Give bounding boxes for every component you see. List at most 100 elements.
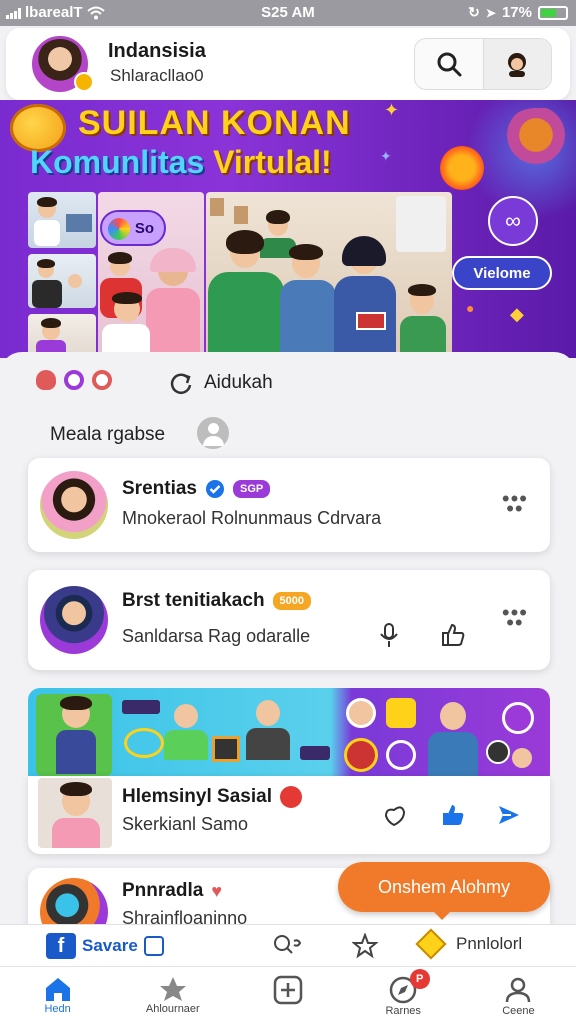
more-options-icon[interactable]: ••• •• [502, 602, 528, 634]
search-button[interactable] [415, 39, 483, 89]
post-media-strip[interactable] [28, 688, 550, 776]
astronaut-sticker-icon [502, 108, 570, 168]
thumbs-up-icon [443, 805, 464, 825]
post-title: Pnnradla ♥ [122, 880, 222, 902]
star-icon [159, 977, 186, 1001]
thumbs-up-icon [442, 623, 465, 646]
section-title: Meala rgabse [50, 424, 166, 445]
red-badge-icon [279, 786, 302, 808]
post-subtitle: Skerkianl Samo [122, 814, 249, 834]
post-card[interactable]: Srentias SGP Mnokeraol Rolnunmaus Cdrvar… [28, 458, 550, 552]
nav-profile[interactable]: Ceene [461, 967, 576, 1024]
status-bar: lbarealT S25 AM ↻ ➤ 17% [0, 0, 576, 26]
app-header: Indansisia Shlaracllao0 [6, 28, 570, 100]
post-card[interactable]: Brst tenitiakach 5000 Sanldarsa Rag odar… [28, 570, 550, 670]
sparkle-icon: ● [466, 300, 475, 316]
nav-home[interactable]: Hedn [0, 967, 115, 1024]
profile-button[interactable] [482, 39, 551, 89]
reaction-row[interactable] [36, 370, 112, 390]
brand-link[interactable]: f Savare [46, 933, 164, 959]
red-reaction-icon [92, 370, 112, 390]
welcome-button[interactable]: Vielome [452, 256, 552, 290]
floating-action-button[interactable]: Onshem Alohmy [338, 862, 550, 920]
post-title: Brst tenitiakach 5000 [122, 590, 312, 612]
banner-photo [28, 254, 96, 308]
mic-icon [380, 623, 398, 647]
like-outline-button[interactable] [378, 798, 412, 832]
nav-games[interactable]: P Rarnes [346, 967, 461, 1024]
checkbox-icon [143, 936, 164, 956]
post-card[interactable]: Hlemsinyl Sasial Skerkianl Samo [28, 776, 550, 854]
refresh-icon [170, 373, 192, 394]
add-post-action[interactable]: Aidukah [168, 370, 273, 396]
notification-badge: P [409, 969, 430, 989]
like-button[interactable] [436, 618, 470, 652]
purple-reaction-icon [64, 370, 84, 390]
section-avatar[interactable] [194, 414, 232, 452]
avatar-badge-icon [74, 72, 94, 92]
battery-percent: 17% [501, 4, 532, 21]
banner-photo [28, 192, 96, 248]
nav-favorites[interactable]: Ahlournaer [115, 967, 230, 1024]
add-icon [273, 975, 303, 1005]
post-badge: 5000 [272, 592, 312, 610]
nav-label: Ceene [502, 1005, 535, 1017]
sparkle-icon: ✦ [380, 148, 392, 164]
share-button[interactable] [492, 798, 526, 832]
search-people-icon [274, 935, 302, 954]
banner-subtitle-a: Komunlitas [30, 144, 214, 180]
link-button[interactable]: ∞ [488, 196, 538, 246]
like-button[interactable] [436, 798, 470, 832]
pages-shortcut[interactable]: Pnnlolorl [415, 928, 523, 960]
heart-reaction-icon [36, 370, 56, 390]
search-icon [437, 52, 462, 77]
so-button-label: So [134, 219, 154, 237]
link-icon: ∞ [505, 208, 521, 233]
heart-badge-icon: ♥ [211, 880, 222, 901]
nav-add[interactable] [230, 967, 345, 1024]
add-post-label: Aidukah [204, 372, 273, 393]
brand-label: Savare [82, 936, 138, 955]
home-icon [45, 978, 70, 1001]
favorites-shortcut[interactable] [352, 933, 378, 959]
heart-hand-icon [384, 806, 406, 827]
post-title-text: Hlemsinyl Sasial [122, 786, 272, 807]
verified-icon [205, 480, 224, 498]
sparkle-icon: ◆ [510, 304, 524, 324]
nav-label: Hedn [44, 1003, 71, 1015]
user-icon [506, 977, 531, 1003]
post-badge: SGP [232, 480, 271, 498]
location-icon: ➤ [485, 5, 496, 20]
profile-icon [508, 53, 527, 77]
post-title: Srentias SGP [122, 478, 271, 500]
more-options-icon[interactable]: ••• •• [502, 488, 528, 520]
header-actions [414, 38, 552, 90]
banner-title: SUILAN KONAN [78, 104, 351, 142]
banner-subtitle-b: Virtulal! [213, 144, 332, 180]
pages-label: Pnnlolorl [456, 934, 523, 953]
search-shortcut[interactable] [272, 933, 302, 957]
post-title-text: Brst tenitiakach [122, 590, 265, 611]
diamond-icon [415, 928, 447, 960]
facebook-icon: f [46, 933, 76, 959]
banner-main-photo [206, 192, 452, 358]
bottom-nav: Hedn Ahlournaer P Rarnes Ceene [0, 966, 576, 1024]
post-avatar [40, 586, 108, 654]
post-avatar [40, 471, 108, 539]
nav-label: Ahlournaer [145, 1003, 200, 1015]
post-title-text: Pnnradla [122, 880, 204, 901]
post-subtitle: Sanldarsa Rag odaralle [122, 626, 311, 646]
sparkle-icon: ✦ [384, 100, 400, 120]
community-banner[interactable]: SUILAN KONAN Komunlitas Virtulal! ✦ ✦ ◆ … [0, 100, 576, 358]
post-title-text: Srentias [122, 478, 197, 499]
header-subtitle: Shlaracllao0 [110, 66, 204, 85]
so-button[interactable]: So [100, 210, 166, 246]
secondary-toolbar: f Savare Pnnlolorl [0, 924, 576, 966]
header-title: Indansisia [108, 40, 206, 62]
post-title: Hlemsinyl Sasial [122, 786, 302, 808]
sync-icon: ↻ [468, 4, 480, 20]
mic-button[interactable] [372, 618, 406, 652]
sun-sticker-icon [440, 146, 484, 190]
banner-subtitle: Komunlitas Virtulal! [30, 144, 332, 181]
send-icon [499, 806, 519, 824]
